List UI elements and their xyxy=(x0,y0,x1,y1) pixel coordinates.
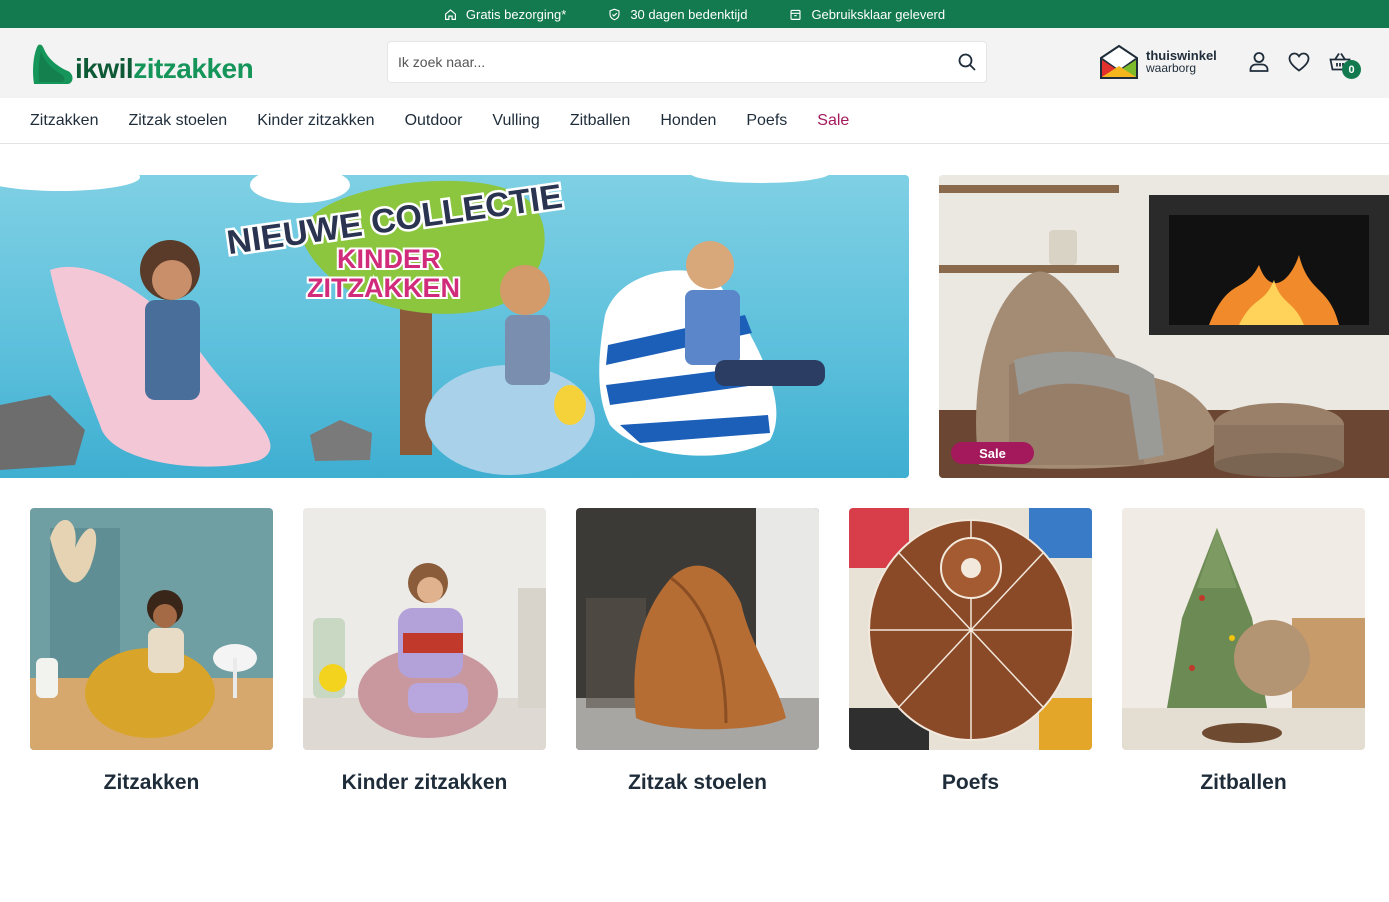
hero-line2: ZITZAKKEN xyxy=(307,273,460,303)
hero-banners: NIEUWE COLLECTIE KINDER ZITZAKKEN Sale xyxy=(0,175,1389,478)
search-button[interactable] xyxy=(948,42,986,82)
wishlist-button[interactable] xyxy=(1286,49,1312,75)
category-image xyxy=(30,508,273,750)
package-icon xyxy=(790,9,801,20)
category-card-zitzakken[interactable]: Zitzakken xyxy=(30,508,273,795)
category-image xyxy=(576,508,819,750)
category-card-poefs[interactable]: Poefs xyxy=(849,508,1092,795)
thuiswinkel-logo-icon xyxy=(1100,44,1138,79)
usp-item-ready: Gebruiksklaar geleverd xyxy=(789,7,945,22)
search-input[interactable] xyxy=(388,42,948,82)
home-icon xyxy=(444,8,456,20)
nav-item-zitzakken[interactable]: Zitzakken xyxy=(30,112,98,130)
logo-text-part1: ikwil xyxy=(75,53,134,84)
category-label: Zitballen xyxy=(1200,771,1287,794)
shield-check-icon xyxy=(609,8,620,20)
nav-item-sale[interactable]: Sale xyxy=(817,112,849,130)
usp-bar: Gratis bezorging* 30 dagen bedenktijd Ge… xyxy=(0,0,1389,28)
hero-banner-kinder-zitzakken[interactable]: NIEUWE COLLECTIE KINDER ZITZAKKEN xyxy=(0,175,909,478)
nav-item-zitballen[interactable]: Zitballen xyxy=(570,112,630,130)
category-label: Zitzak stoelen xyxy=(628,771,767,794)
side-banner-sale[interactable]: Sale xyxy=(939,175,1389,478)
nav-item-zitzak-stoelen[interactable]: Zitzak stoelen xyxy=(128,112,227,130)
search-bar xyxy=(387,41,987,83)
usp-item-delivery: Gratis bezorging* xyxy=(444,7,566,22)
cart-button[interactable]: 0 xyxy=(1327,49,1361,79)
trust-sub: waarborg xyxy=(1146,61,1197,75)
category-card-kinder-zitzakken[interactable]: Kinder zitzakken xyxy=(303,508,546,795)
usp-item-return: 30 dagen bedenktijd xyxy=(608,7,747,22)
nav-item-outdoor[interactable]: Outdoor xyxy=(405,112,463,130)
main-nav: Zitzakken Zitzak stoelen Kinder zitzakke… xyxy=(0,98,1389,144)
search-icon xyxy=(958,53,976,71)
usp-text: 30 dagen bedenktijd xyxy=(630,6,748,22)
heart-icon xyxy=(1288,52,1310,72)
logo-text-part2: zitzakken xyxy=(133,53,254,84)
site-logo[interactable]: ikwilzitzakken xyxy=(30,41,254,86)
sale-badge: Sale xyxy=(951,442,1034,464)
usp-text: Gebruiksklaar geleverd xyxy=(811,6,946,22)
category-label: Zitzakken xyxy=(103,771,200,794)
hero-banner-image: NIEUWE COLLECTIE KINDER ZITZAKKEN xyxy=(0,175,829,475)
category-grid: Zitzakken Kinder zitzakken Zitzak stoele… xyxy=(30,508,1365,795)
user-icon xyxy=(1249,52,1269,72)
category-image xyxy=(303,508,546,750)
category-image xyxy=(1122,508,1365,750)
beanbag-logo-icon xyxy=(33,44,73,84)
hero-line1: KINDER xyxy=(337,244,441,274)
category-image xyxy=(849,508,1092,750)
nav-item-poefs[interactable]: Poefs xyxy=(746,112,787,130)
account-button[interactable] xyxy=(1246,49,1272,75)
category-card-zitzak-stoelen[interactable]: Zitzak stoelen xyxy=(576,508,819,795)
nav-item-vulling[interactable]: Vulling xyxy=(492,112,539,130)
thuiswinkel-waarborg[interactable]: thuiswinkel waarborg xyxy=(1099,44,1217,80)
side-banner-image xyxy=(939,175,1389,478)
category-label: Kinder zitzakken xyxy=(341,771,508,794)
category-card-zitballen[interactable]: Zitballen xyxy=(1122,508,1365,795)
nav-item-kinder-zitzakken[interactable]: Kinder zitzakken xyxy=(257,112,374,130)
usp-text: Gratis bezorging* xyxy=(465,6,567,22)
cart-count-badge: 0 xyxy=(1342,60,1361,79)
header: ikwilzitzakken thuiswinkel waarborg 0 xyxy=(0,28,1389,98)
category-label: Poefs xyxy=(941,771,1000,794)
nav-item-honden[interactable]: Honden xyxy=(660,112,716,130)
